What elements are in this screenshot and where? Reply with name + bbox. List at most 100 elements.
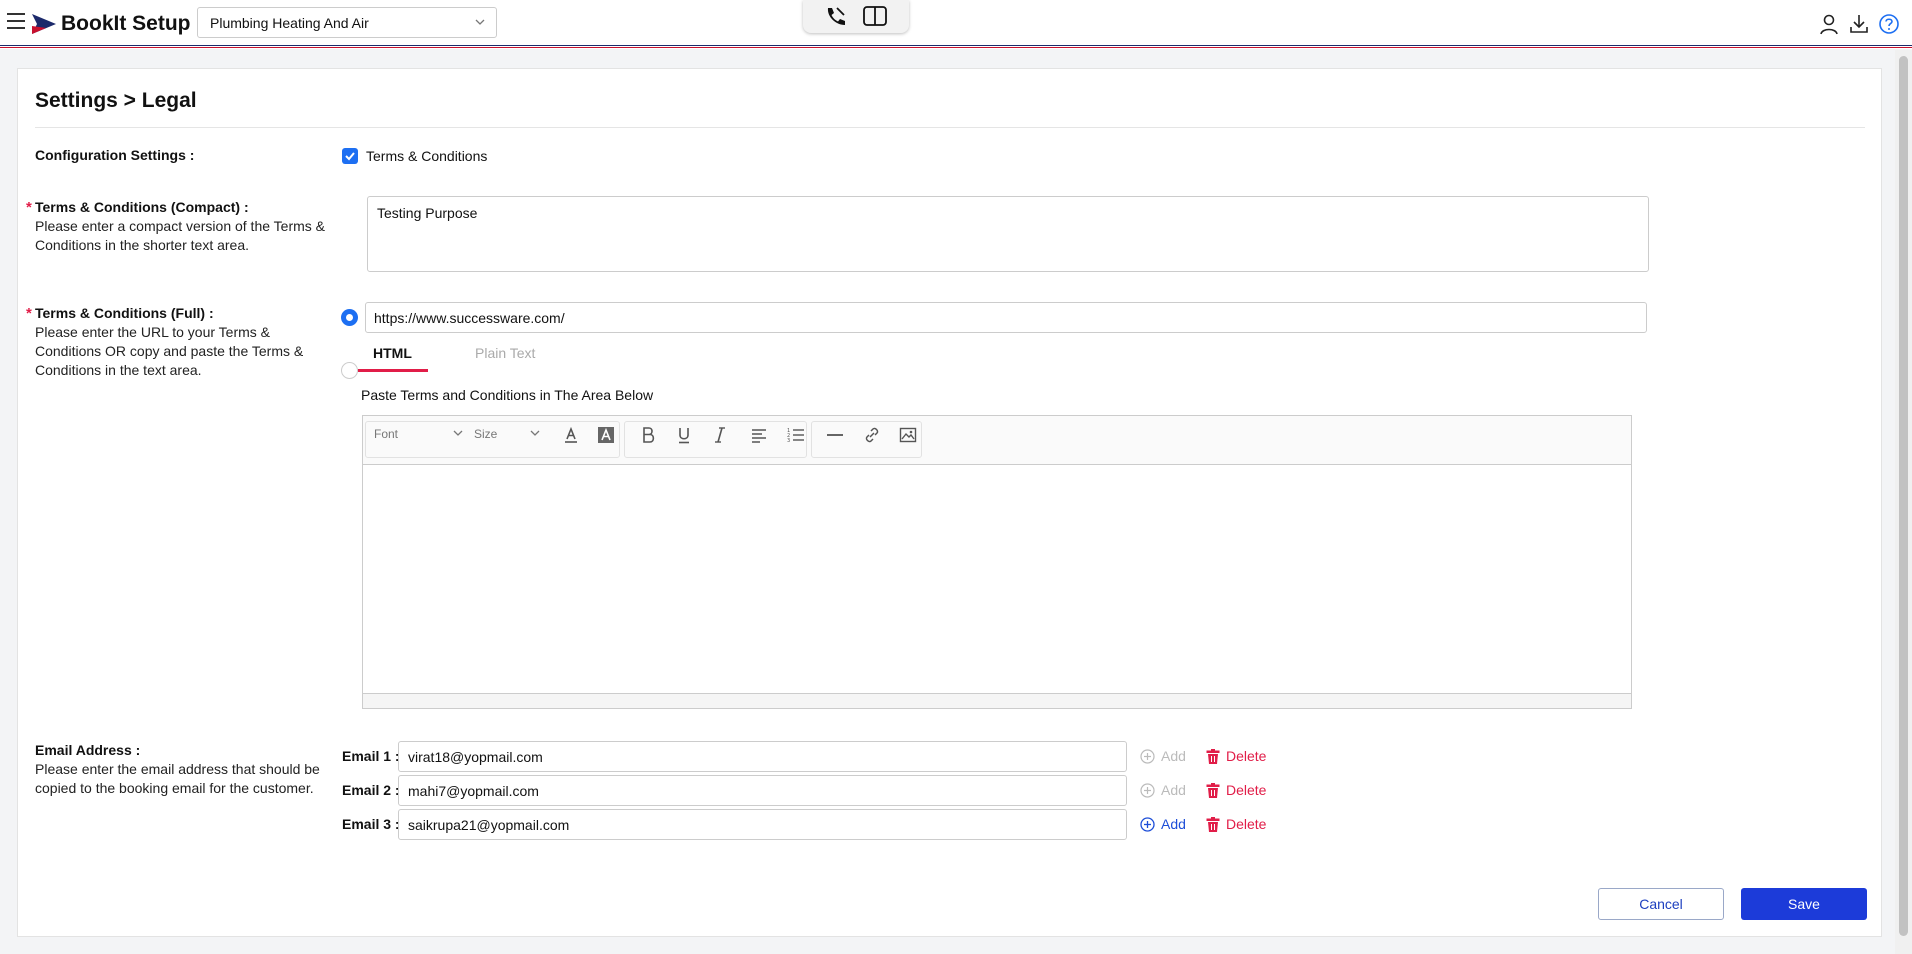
bold-button[interactable] [633, 424, 663, 446]
align-button[interactable] [744, 424, 774, 446]
editor-toolbar: Font Size 1 2 3 [363, 416, 1631, 465]
call-panel-toggle [803, 0, 909, 33]
full-help-line: Please enter the URL to your Terms & [35, 324, 270, 340]
size-dropdown[interactable]: Size [474, 427, 540, 441]
highlight-color-button[interactable] [591, 424, 621, 446]
compact-help: Please enter a compact version of the Te… [35, 217, 325, 255]
chevron-down-icon [475, 19, 485, 25]
chevron-down-icon [453, 430, 463, 436]
phone-icon[interactable] [822, 4, 848, 28]
delete-label: Delete [1226, 816, 1267, 832]
tab-plain-text[interactable]: Plain Text [475, 345, 535, 361]
chevron-down-icon [530, 430, 540, 436]
paste-label: Paste Terms and Conditions in The Area B… [361, 387, 654, 403]
email-1-label: Email 1 : [342, 748, 400, 764]
required-marker: * [26, 199, 32, 216]
required-marker: * [26, 305, 32, 322]
horizontal-rule-button[interactable] [820, 424, 850, 446]
check-icon [345, 152, 355, 161]
app-title: BookIt Setup [61, 12, 191, 35]
full-help-line: Conditions in the text area. [35, 362, 202, 378]
full-help-line: Conditions OR copy and paste the Terms & [35, 343, 304, 359]
trash-icon [1206, 782, 1220, 798]
font-dropdown-label: Font [374, 427, 399, 441]
compact-label: Terms & Conditions (Compact) : [35, 199, 249, 215]
compact-help-line: Please enter a compact version of the Te… [35, 218, 325, 234]
email-3-input[interactable]: saikrupa21@yopmail.com [398, 809, 1127, 840]
scrollbar-thumb[interactable] [1899, 56, 1908, 936]
underline-button[interactable] [669, 424, 699, 446]
underline-icon [679, 428, 689, 444]
config-label: Configuration Settings : [35, 147, 195, 163]
email-label: Email Address : [35, 742, 141, 758]
trash-icon [1206, 748, 1220, 764]
email-2-add-button[interactable]: Add [1140, 782, 1186, 798]
link-button[interactable] [857, 424, 887, 446]
email-3-add-button[interactable]: Add [1140, 816, 1186, 832]
email-help: Please enter the email address that shou… [35, 760, 320, 798]
email-help-line: Please enter the email address that shou… [35, 761, 320, 777]
email-2-delete-button[interactable]: Delete [1206, 782, 1266, 798]
italic-button[interactable] [705, 424, 735, 446]
email-1-input[interactable]: virat18@yopmail.com [398, 741, 1127, 772]
active-tab-indicator [358, 369, 428, 372]
ordered-list-icon: 123 [787, 428, 804, 444]
company-select-value: Plumbing Heating And Air [210, 15, 369, 31]
bold-icon [643, 427, 655, 443]
ordered-list-button[interactable]: 123 [781, 424, 811, 446]
email-3-delete-button[interactable]: Delete [1206, 816, 1266, 832]
email-help-line: copied to the booking email for the cust… [35, 780, 314, 796]
plus-circle-icon [1140, 816, 1155, 832]
plus-circle-icon [1140, 782, 1155, 798]
divider [35, 127, 1865, 128]
full-label: Terms & Conditions (Full) : [35, 305, 214, 321]
font-color-button[interactable] [556, 424, 586, 446]
email-2-label: Email 2 : [342, 782, 400, 798]
logo-icon [32, 14, 56, 34]
terms-checkbox-label: Terms & Conditions [366, 148, 488, 164]
highlight-icon [598, 427, 614, 443]
cancel-button[interactable]: Cancel [1598, 888, 1724, 920]
rich-text-editor: Font Size 1 2 3 [362, 415, 1632, 709]
split-view-icon[interactable] [862, 4, 888, 28]
download-icon[interactable] [1848, 13, 1870, 35]
user-icon[interactable] [1818, 13, 1840, 35]
add-label: Add [1161, 816, 1186, 832]
menu-icon[interactable] [7, 13, 25, 29]
save-button[interactable]: Save [1741, 888, 1867, 920]
terms-url-input[interactable]: https://www.successware.com/ [365, 302, 1647, 333]
settings-card: Settings > Legal Configuration Settings … [17, 68, 1882, 937]
trash-icon [1206, 816, 1220, 832]
add-label: Add [1161, 782, 1186, 798]
editor-resize-bar[interactable] [363, 693, 1631, 708]
email-3-label: Email 3 : [342, 816, 400, 832]
font-color-icon [565, 426, 577, 443]
email-1-add-button[interactable]: Add [1140, 748, 1186, 764]
terms-checkbox[interactable] [342, 148, 358, 164]
delete-label: Delete [1226, 782, 1267, 798]
font-dropdown[interactable]: Font [374, 427, 463, 441]
compact-terms-textarea[interactable]: Testing Purpose [367, 196, 1649, 272]
full-help: Please enter the URL to your Terms & Con… [35, 323, 303, 380]
company-select[interactable]: Plumbing Heating And Air [197, 7, 497, 38]
compact-help-line: Conditions in the shorter text area. [35, 237, 250, 253]
tab-html[interactable]: HTML [373, 345, 412, 361]
image-button[interactable] [893, 424, 923, 446]
svg-text:3: 3 [787, 438, 790, 444]
plus-circle-icon [1140, 748, 1155, 764]
text-option-radio[interactable] [341, 362, 358, 379]
horizontal-rule-icon [827, 434, 843, 436]
add-label: Add [1161, 748, 1186, 764]
email-1-delete-button[interactable]: Delete [1206, 748, 1266, 764]
align-left-icon [752, 429, 766, 443]
help-icon[interactable] [1878, 13, 1900, 35]
italic-icon [715, 427, 725, 443]
image-icon [899, 427, 917, 443]
url-option-radio[interactable] [341, 309, 358, 326]
top-bar: BookIt Setup Plumbing Heating And Air [0, 0, 1912, 49]
email-2-input[interactable]: mahi7@yopmail.com [398, 775, 1127, 806]
editor-content-area[interactable] [363, 465, 1631, 693]
size-dropdown-label: Size [474, 427, 498, 441]
link-icon [865, 427, 879, 443]
page-title: Settings > Legal [35, 89, 197, 112]
